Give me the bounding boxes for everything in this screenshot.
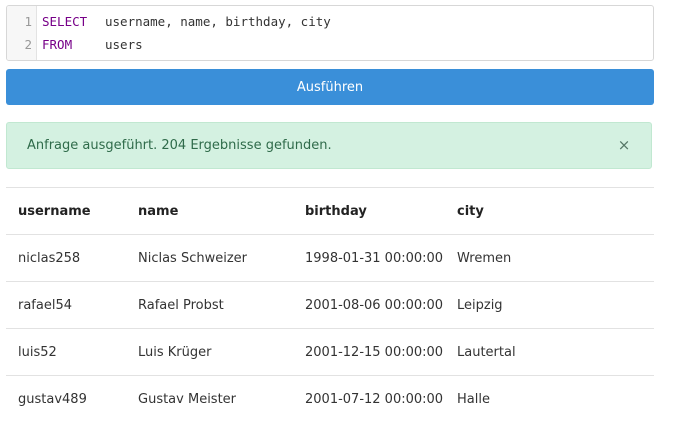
column-header-username[interactable]: username — [6, 187, 126, 235]
results-table: username name birthday city niclas258 Ni… — [6, 187, 654, 423]
run-query-button[interactable]: Ausführen — [6, 69, 654, 105]
sql-text: username, name, birthday, city — [105, 14, 331, 29]
cell-city: Lautertal — [445, 328, 654, 376]
cell-birthday: 1998-01-31 00:00:00 — [293, 234, 445, 282]
cell-username: rafael54 — [6, 281, 126, 329]
column-header-birthday[interactable]: birthday — [293, 187, 445, 235]
table-header-row: username name birthday city — [6, 187, 654, 235]
cell-name: Luis Krüger — [126, 328, 293, 376]
cell-birthday: 2001-12-15 00:00:00 — [293, 328, 445, 376]
success-alert: Anfrage ausgeführt. 204 Ergebnisse gefun… — [6, 122, 652, 169]
cell-name: Rafael Probst — [126, 281, 293, 329]
table-row[interactable]: niclas258 Niclas Schweizer 1998-01-31 00… — [6, 234, 654, 282]
cell-birthday: 2001-07-12 00:00:00 — [293, 375, 445, 423]
cell-username: luis52 — [6, 328, 126, 376]
sql-text: users — [105, 37, 143, 52]
cell-username: niclas258 — [6, 234, 126, 282]
code-area[interactable]: SELECT username, name, birthday, city FRO… — [37, 6, 331, 60]
column-header-city[interactable]: city — [445, 187, 654, 235]
cell-city: Halle — [445, 375, 654, 423]
cell-city: Wremen — [445, 234, 654, 282]
table-row[interactable]: luis52 Luis Krüger 2001-12-15 00:00:00 L… — [6, 328, 654, 376]
column-header-name[interactable]: name — [126, 187, 293, 235]
sql-editor[interactable]: 1 2 SELECT username, name, birthday, city… — [6, 5, 654, 61]
alert-message: Anfrage ausgeführt. 204 Ergebnisse gefun… — [27, 138, 332, 153]
code-line[interactable]: SELECT username, name, birthday, city — [42, 13, 331, 36]
cell-birthday: 2001-08-06 00:00:00 — [293, 281, 445, 329]
cell-city: Leipzig — [445, 281, 654, 329]
close-icon[interactable]: × — [616, 136, 632, 154]
sql-keyword: SELECT — [42, 14, 88, 29]
cell-username: gustav489 — [6, 375, 126, 423]
line-number: 1 — [24, 14, 32, 29]
cell-name: Gustav Meister — [126, 375, 293, 423]
sql-keyword: FROM — [42, 37, 73, 52]
table-row[interactable]: rafael54 Rafael Probst 2001-08-06 00:00:… — [6, 281, 654, 329]
code-line[interactable]: FROM users — [42, 36, 331, 59]
table-row[interactable]: gustav489 Gustav Meister 2001-07-12 00:0… — [6, 375, 654, 423]
line-number: 2 — [24, 37, 32, 52]
line-number-gutter: 1 2 — [7, 6, 37, 60]
cell-name: Niclas Schweizer — [126, 234, 293, 282]
